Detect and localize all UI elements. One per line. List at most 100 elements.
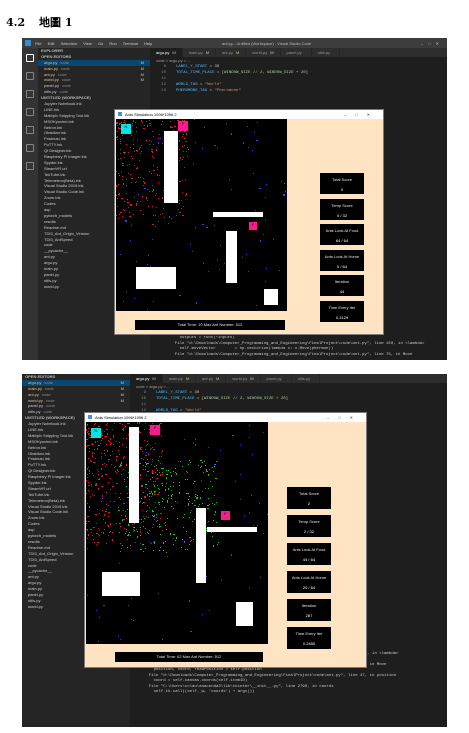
particle bbox=[92, 452, 94, 454]
editor-tab[interactable]: panel.py bbox=[281, 48, 312, 57]
terminal-output[interactable]: outputs = func(*inputs) File "d:\Downloa… bbox=[150, 336, 447, 360]
editor-tab[interactable]: utils.py bbox=[292, 374, 321, 383]
editor-tab[interactable]: argu.py M bbox=[150, 48, 183, 57]
particle bbox=[159, 489, 161, 491]
editor-tab[interactable]: panel.py bbox=[261, 374, 292, 383]
tab-label: argu.py bbox=[136, 376, 150, 381]
food-label: F bbox=[153, 425, 157, 430]
menu-terminal[interactable]: Terminal bbox=[123, 41, 138, 46]
editor-tab[interactable]: main.py M bbox=[183, 48, 217, 57]
particle bbox=[156, 484, 158, 487]
stat-label: Time Every Iter bbox=[328, 304, 356, 310]
particle bbox=[188, 516, 190, 518]
breadcrumb[interactable]: code > argu.py > ... bbox=[150, 57, 447, 64]
code-view[interactable]: 9 LABEL_Y_START = 30 10 TOTAL_TIME_PLACE = … bbox=[150, 64, 447, 94]
particle bbox=[117, 469, 119, 471]
tab-modified-mark: M bbox=[172, 50, 176, 55]
nest-marker: N bbox=[121, 124, 131, 134]
editor-tab[interactable]: argu.py M bbox=[130, 374, 163, 383]
particle bbox=[214, 466, 216, 468]
particle bbox=[159, 474, 161, 476]
editor-tab[interactable]: world.py M bbox=[246, 48, 281, 57]
particle bbox=[141, 503, 144, 505]
menu-edit[interactable]: Edit bbox=[48, 41, 55, 46]
menu-file[interactable]: File bbox=[35, 41, 41, 46]
remote-icon[interactable] bbox=[26, 144, 34, 152]
particle bbox=[150, 173, 152, 175]
particle bbox=[122, 429, 124, 431]
breadcrumb[interactable]: code > argu.py > ... bbox=[130, 383, 447, 390]
particle bbox=[186, 479, 188, 481]
extensions-icon[interactable] bbox=[26, 126, 34, 134]
editor-tab[interactable]: main.py M bbox=[163, 374, 197, 383]
particle bbox=[194, 119, 196, 121]
simulation-title-bar: Ants Simulation 1096*1096 2 –□✕ bbox=[115, 110, 383, 119]
particle bbox=[119, 531, 121, 534]
particle bbox=[119, 152, 121, 155]
menu-view[interactable]: View bbox=[83, 41, 92, 46]
particle bbox=[208, 447, 210, 449]
particle bbox=[206, 576, 208, 578]
window-controls[interactable]: –□✕ bbox=[421, 41, 444, 46]
particle bbox=[86, 595, 89, 597]
particle bbox=[120, 462, 122, 464]
menu-run[interactable]: Run bbox=[109, 41, 116, 46]
particle bbox=[180, 200, 182, 202]
stat-label: Iteration bbox=[334, 279, 350, 284]
particle bbox=[141, 145, 143, 147]
particle bbox=[217, 259, 219, 261]
particle bbox=[137, 140, 139, 142]
particle bbox=[186, 492, 188, 494]
particle bbox=[161, 500, 163, 502]
particle bbox=[117, 198, 119, 200]
particle bbox=[201, 461, 203, 463]
simulation-window-controls[interactable]: –□✕ bbox=[344, 110, 379, 119]
particle bbox=[108, 535, 110, 537]
particle bbox=[214, 503, 216, 505]
particle bbox=[119, 464, 121, 466]
particle bbox=[158, 491, 161, 493]
particle bbox=[173, 533, 175, 535]
editor-tab[interactable]: world.py M bbox=[226, 374, 261, 383]
particle bbox=[133, 196, 136, 199]
section-title: 地圖 1 bbox=[38, 16, 73, 29]
simulation-window[interactable]: Ants Simulation 1096*1096 2 –□✕ N F F To… bbox=[114, 109, 384, 335]
particle bbox=[164, 216, 166, 219]
explorer-icon[interactable] bbox=[26, 54, 34, 62]
particle bbox=[117, 449, 119, 452]
particle bbox=[142, 525, 144, 527]
particle bbox=[265, 267, 267, 269]
particle bbox=[240, 499, 242, 501]
editor-tab[interactable]: ant.py M bbox=[216, 48, 247, 57]
particle bbox=[130, 135, 132, 137]
particle bbox=[139, 528, 141, 530]
tab-modified-mark: M bbox=[215, 376, 220, 381]
particle bbox=[101, 476, 103, 478]
particle bbox=[156, 520, 158, 522]
simulation-window-controls[interactable]: –□✕ bbox=[327, 413, 362, 422]
particle bbox=[120, 550, 122, 552]
menu-help[interactable]: Help bbox=[144, 41, 152, 46]
run-debug-icon[interactable] bbox=[26, 108, 34, 116]
account-icon[interactable] bbox=[26, 162, 34, 170]
particle bbox=[112, 451, 114, 453]
stat-box: Time Every Iter 0.2480 bbox=[287, 627, 331, 649]
particle bbox=[119, 639, 121, 641]
menu-selection[interactable]: Selection bbox=[61, 41, 77, 46]
particle bbox=[153, 449, 155, 451]
editor-tab[interactable]: ant.py M bbox=[196, 374, 227, 383]
menu-go[interactable]: Go bbox=[98, 41, 103, 46]
particle bbox=[130, 156, 132, 158]
particle bbox=[101, 510, 103, 512]
particle bbox=[144, 496, 146, 498]
stat-label: Temp Score bbox=[298, 519, 320, 524]
particle bbox=[104, 449, 106, 451]
particle bbox=[120, 211, 122, 213]
editor-tab[interactable]: utils.py bbox=[312, 48, 341, 57]
particle bbox=[161, 638, 163, 640]
source-control-icon[interactable] bbox=[26, 90, 34, 98]
simulation-window[interactable]: Ants Simulation 1096*1096 2 –□✕ N F F To… bbox=[84, 412, 367, 668]
title-bar: File Edit Selection View Go Run Terminal… bbox=[22, 38, 447, 48]
particle bbox=[116, 456, 118, 458]
search-icon[interactable] bbox=[26, 72, 34, 80]
